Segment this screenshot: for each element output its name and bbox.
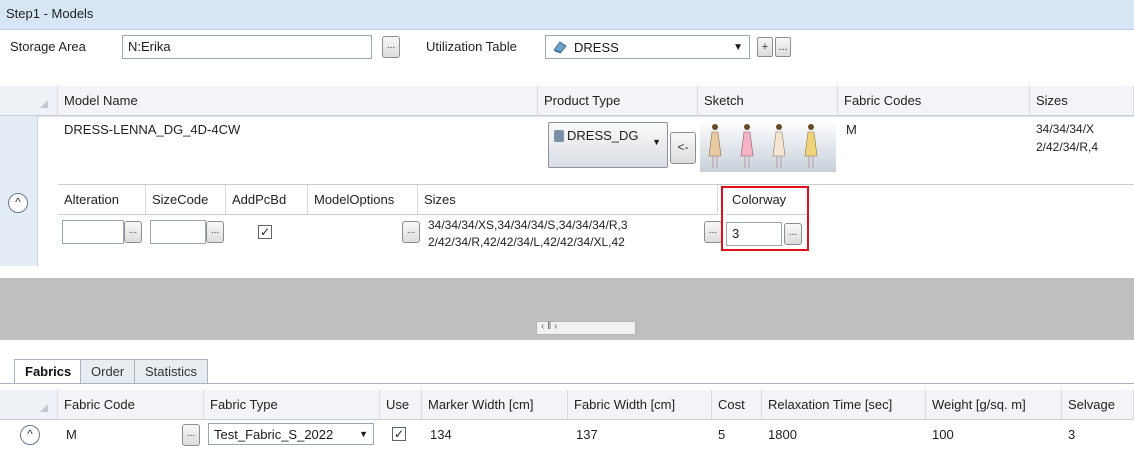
horizontal-scrollbar[interactable]: ‹ ‖ › bbox=[536, 321, 636, 335]
product-type-assign-button[interactable]: <- bbox=[670, 132, 696, 164]
fabric-code-browse-button[interactable]: ... bbox=[182, 424, 200, 446]
colorway-field[interactable]: 3 bbox=[726, 222, 782, 246]
col-header-fabric-width[interactable]: Fabric Width [cm] bbox=[568, 390, 712, 420]
sizecode-field[interactable] bbox=[150, 220, 206, 244]
utilization-table-value: DRESS bbox=[574, 39, 619, 55]
model-name-cell[interactable]: DRESS-LENNA_DG_4D-4CW bbox=[64, 122, 240, 137]
top-controls: Storage Area N:Erika ... Utilization Tab… bbox=[0, 30, 1134, 86]
alteration-browse-button[interactable]: ... bbox=[124, 221, 142, 243]
storage-area-browse-button[interactable]: ... bbox=[382, 36, 400, 58]
col-header-modeloptions[interactable]: ModelOptions bbox=[308, 185, 418, 215]
fabric-type-select[interactable]: Test_Fabric_S_2022 ▼ bbox=[208, 423, 374, 445]
fabric-width-cell[interactable]: 137 bbox=[576, 427, 598, 442]
sort-corner-icon bbox=[40, 404, 48, 412]
col-header-marker-width[interactable]: Marker Width [cm] bbox=[422, 390, 568, 420]
sort-corner-icon bbox=[40, 100, 48, 108]
dress-figure-icon bbox=[772, 124, 786, 168]
chevron-down-icon: ▼ bbox=[359, 429, 368, 439]
storage-area-label: Storage Area bbox=[10, 39, 86, 54]
col-header-sketch[interactable]: Sketch bbox=[698, 86, 838, 116]
col-header-sizecode[interactable]: SizeCode bbox=[146, 185, 226, 215]
chevron-down-icon: ▼ bbox=[733, 41, 743, 53]
dress-figure-icon bbox=[740, 124, 754, 168]
col-header-product-type[interactable]: Product Type bbox=[538, 86, 698, 116]
tab-order[interactable]: Order bbox=[80, 359, 136, 383]
window-title-bar: Step1 - Models bbox=[0, 0, 1134, 30]
col-header-model-name[interactable]: Model Name bbox=[58, 86, 538, 116]
use-checkbox[interactable]: ✓ bbox=[392, 427, 406, 441]
tab-strip-border bbox=[0, 383, 1134, 384]
add-utilization-button[interactable]: + bbox=[757, 37, 773, 57]
sizecode-browse-button[interactable]: ... bbox=[206, 221, 224, 243]
tab-fabrics[interactable]: Fabrics bbox=[14, 359, 83, 383]
selvage-cell[interactable]: 3 bbox=[1068, 427, 1075, 442]
col-header-use[interactable]: Use bbox=[380, 390, 422, 420]
marker-width-cell[interactable]: 134 bbox=[430, 427, 452, 442]
col-header-weight[interactable]: Weight [g/sq. m] bbox=[926, 390, 1062, 420]
dress-figure-icon bbox=[708, 124, 722, 168]
sizes-cell-line1[interactable]: 34/34/34/X bbox=[1036, 122, 1094, 136]
col-header-alteration[interactable]: Alteration bbox=[58, 185, 146, 215]
relaxation-time-cell[interactable]: 1800 bbox=[768, 427, 797, 442]
row-header-corner bbox=[0, 86, 58, 116]
col-header-detail-sizes[interactable]: Sizes bbox=[418, 185, 718, 215]
col-header-fabric-codes[interactable]: Fabric Codes bbox=[838, 86, 1030, 116]
expand-fabric-row-button[interactable]: ^ bbox=[20, 425, 40, 445]
col-header-fabric-type[interactable]: Fabric Type bbox=[204, 390, 380, 420]
addpcbd-checkbox[interactable]: ✓ bbox=[258, 225, 272, 239]
bottom-panel: Fabrics Order Statistics Fabric Code Fab… bbox=[0, 354, 1134, 450]
database-icon bbox=[554, 130, 564, 142]
product-type-value: DRESS_DG bbox=[567, 128, 639, 143]
col-header-cost[interactable]: Cost bbox=[712, 390, 762, 420]
detail-sizes-browse-button[interactable]: ... bbox=[704, 221, 722, 243]
collapse-row-button[interactable]: ^ bbox=[8, 193, 28, 213]
fabric-codes-cell[interactable]: M bbox=[846, 122, 857, 137]
utilization-more-button[interactable]: ... bbox=[775, 37, 791, 57]
utilization-table-label: Utilization Table bbox=[426, 39, 517, 54]
detail-sizes-line1[interactable]: 34/34/34/XS,34/34/34/S,34/34/34/R,3 bbox=[428, 218, 628, 232]
col-header-selvage[interactable]: Selvage bbox=[1062, 390, 1134, 420]
modeloptions-browse-button[interactable]: ... bbox=[402, 221, 420, 243]
fabric-code-cell[interactable]: M bbox=[66, 427, 77, 442]
col-header-fabric-code[interactable]: Fabric Code bbox=[58, 390, 204, 420]
cost-cell[interactable]: 5 bbox=[718, 427, 725, 442]
alteration-field[interactable] bbox=[62, 220, 124, 244]
dress-figure-icon bbox=[804, 124, 818, 168]
sketch-thumbnail[interactable] bbox=[700, 120, 836, 172]
storage-area-field[interactable]: N:Erika bbox=[122, 35, 372, 59]
fabric-roll-icon bbox=[552, 40, 568, 54]
product-type-select[interactable]: DRESS_DG ▼ bbox=[548, 122, 668, 168]
utilization-table-select[interactable]: DRESS ▼ bbox=[545, 35, 750, 59]
tab-statistics[interactable]: Statistics bbox=[134, 359, 209, 383]
fabric-type-value: Test_Fabric_S_2022 bbox=[214, 426, 334, 442]
col-header-addpcbd[interactable]: AddPcBd bbox=[226, 185, 308, 215]
sizes-cell-line2[interactable]: 2/42/34/R,4 bbox=[1036, 140, 1098, 154]
chevron-down-icon: ▼ bbox=[652, 137, 661, 147]
detail-sizes-line2[interactable]: 2/42/34/R,42/42/34/L,42/42/34/XL,42 bbox=[428, 235, 625, 249]
col-header-relaxation-time[interactable]: Relaxation Time [sec] bbox=[762, 390, 926, 420]
weight-cell[interactable]: 100 bbox=[932, 427, 954, 442]
window-title: Step1 - Models bbox=[6, 6, 94, 21]
colorway-browse-button[interactable]: ... bbox=[784, 223, 802, 245]
row-selector[interactable] bbox=[0, 116, 38, 266]
scrollbar-glyph: ‹ ‖ › bbox=[541, 321, 558, 332]
fabrics-row-header-corner bbox=[0, 390, 58, 420]
row-divider bbox=[38, 116, 1134, 117]
col-header-sizes[interactable]: Sizes bbox=[1030, 86, 1134, 116]
